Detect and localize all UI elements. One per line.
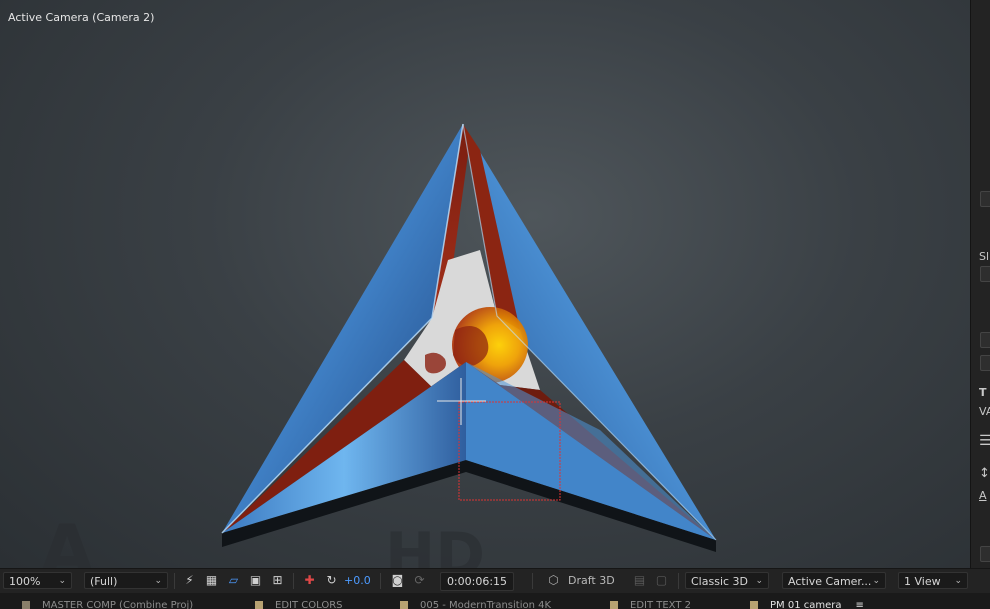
label-color-swatch: [22, 601, 30, 609]
resolution-value: (Full): [90, 575, 118, 588]
composition-tab-strip: MASTER COMP (Combine Proj) EDIT COLORS 0…: [0, 593, 990, 609]
tab-master-comp[interactable]: MASTER COMP (Combine Proj): [22, 600, 193, 609]
magnification-value: 100%: [9, 575, 41, 588]
divider: [678, 573, 679, 589]
chevron-down-icon: ⌄: [872, 576, 880, 586]
tab-edit-colors[interactable]: EDIT COLORS: [255, 600, 343, 609]
ground-plane-icon[interactable]: ▤: [632, 573, 647, 588]
tab-label: EDIT COLORS: [275, 600, 343, 609]
renderer-value: Classic 3D: [691, 575, 749, 588]
properties-panel: Sl T VA ☰ ↕ A: [970, 0, 990, 568]
divider: [380, 573, 381, 589]
viewer-toolbar: 100% ⌄ (Full) ⌄ ⚡ ▦ ▱ ▣ ⊞ ✚ ↻ +0.0 ◙ ⟳ 0:0…: [0, 568, 990, 593]
chevron-down-icon: ⌄: [755, 576, 763, 586]
composition-viewer[interactable]: A HD Active Camera (Camera 2): [0, 0, 970, 568]
exposure-value[interactable]: +0.0: [344, 573, 371, 588]
align-icon[interactable]: ☰: [979, 433, 990, 449]
view-layout-value: 1 View: [904, 575, 941, 588]
panel-field[interactable]: [980, 266, 990, 282]
label-color-swatch: [750, 601, 758, 609]
svg-text:HD: HD: [385, 520, 485, 568]
transparency-grid-icon[interactable]: ▦: [204, 573, 219, 588]
tab-label: MASTER COMP (Combine Proj): [42, 600, 194, 609]
region-of-interest-icon[interactable]: ▣: [248, 573, 263, 588]
chevron-down-icon: ⌄: [58, 576, 66, 586]
magnification-dropdown[interactable]: 100% ⌄: [3, 572, 72, 589]
panel-button[interactable]: [980, 546, 990, 562]
divider: [532, 573, 533, 589]
panel-fragment-label: A: [979, 489, 987, 502]
channel-rgb-icon[interactable]: ✚: [302, 573, 317, 588]
draft-3d-cube-icon: ⬡: [548, 573, 559, 587]
camera-view-dropdown[interactable]: Active Camer... ⌄: [782, 572, 886, 589]
grid-guides-icon[interactable]: ⊞: [270, 573, 285, 588]
panel-button[interactable]: [980, 191, 990, 207]
viewer-label: Active Camera (Camera 2): [8, 11, 155, 24]
fast-previews-icon[interactable]: ⚡: [182, 573, 197, 588]
reset-exposure-icon[interactable]: ↻: [324, 573, 339, 588]
divider: [174, 573, 175, 589]
panel-field[interactable]: [980, 355, 990, 371]
chevron-down-icon: ⌄: [954, 576, 962, 586]
extended-viewer-icon[interactable]: ▢: [654, 573, 669, 588]
tab-label: 005 - ModernTransition 4K: [420, 600, 552, 609]
draft-3d-toggle[interactable]: Draft 3D: [568, 572, 615, 589]
panel-field[interactable]: [980, 332, 990, 348]
current-time-field[interactable]: 0:00:06:15: [440, 572, 514, 591]
camera-view-value: Active Camer...: [788, 575, 872, 588]
leading-icon[interactable]: ↕: [979, 466, 990, 481]
logo-render: A HD: [40, 123, 717, 568]
tab-label: EDIT TEXT 2: [630, 600, 692, 609]
tab-edit-text-2[interactable]: EDIT TEXT 2: [610, 600, 691, 609]
resolution-dropdown[interactable]: (Full) ⌄: [84, 572, 168, 589]
tab-label: PM 01 camera: [770, 600, 842, 609]
view-layout-dropdown[interactable]: 1 View ⌄: [898, 572, 968, 589]
svg-text:A: A: [40, 510, 94, 568]
tab-pm-01-camera[interactable]: PM 01 camera ≡: [750, 600, 864, 609]
label-color-swatch: [400, 601, 408, 609]
panel-fragment-label: Sl: [979, 250, 990, 263]
snapshot-camera-icon[interactable]: ◙: [390, 573, 405, 588]
panel-fragment-label: VA: [979, 405, 990, 418]
show-snapshot-icon[interactable]: ⟳: [412, 573, 427, 588]
text-tool-icon[interactable]: T: [979, 386, 987, 399]
chevron-down-icon: ⌄: [154, 576, 162, 586]
label-color-swatch: [255, 601, 263, 609]
tab-menu-icon[interactable]: ≡: [856, 600, 864, 609]
label-color-swatch: [610, 601, 618, 609]
divider: [293, 573, 294, 589]
tab-modern-transition[interactable]: 005 - ModernTransition 4K: [400, 600, 551, 609]
mask-visibility-icon[interactable]: ▱: [226, 573, 241, 588]
renderer-dropdown[interactable]: Classic 3D ⌄: [685, 572, 769, 589]
